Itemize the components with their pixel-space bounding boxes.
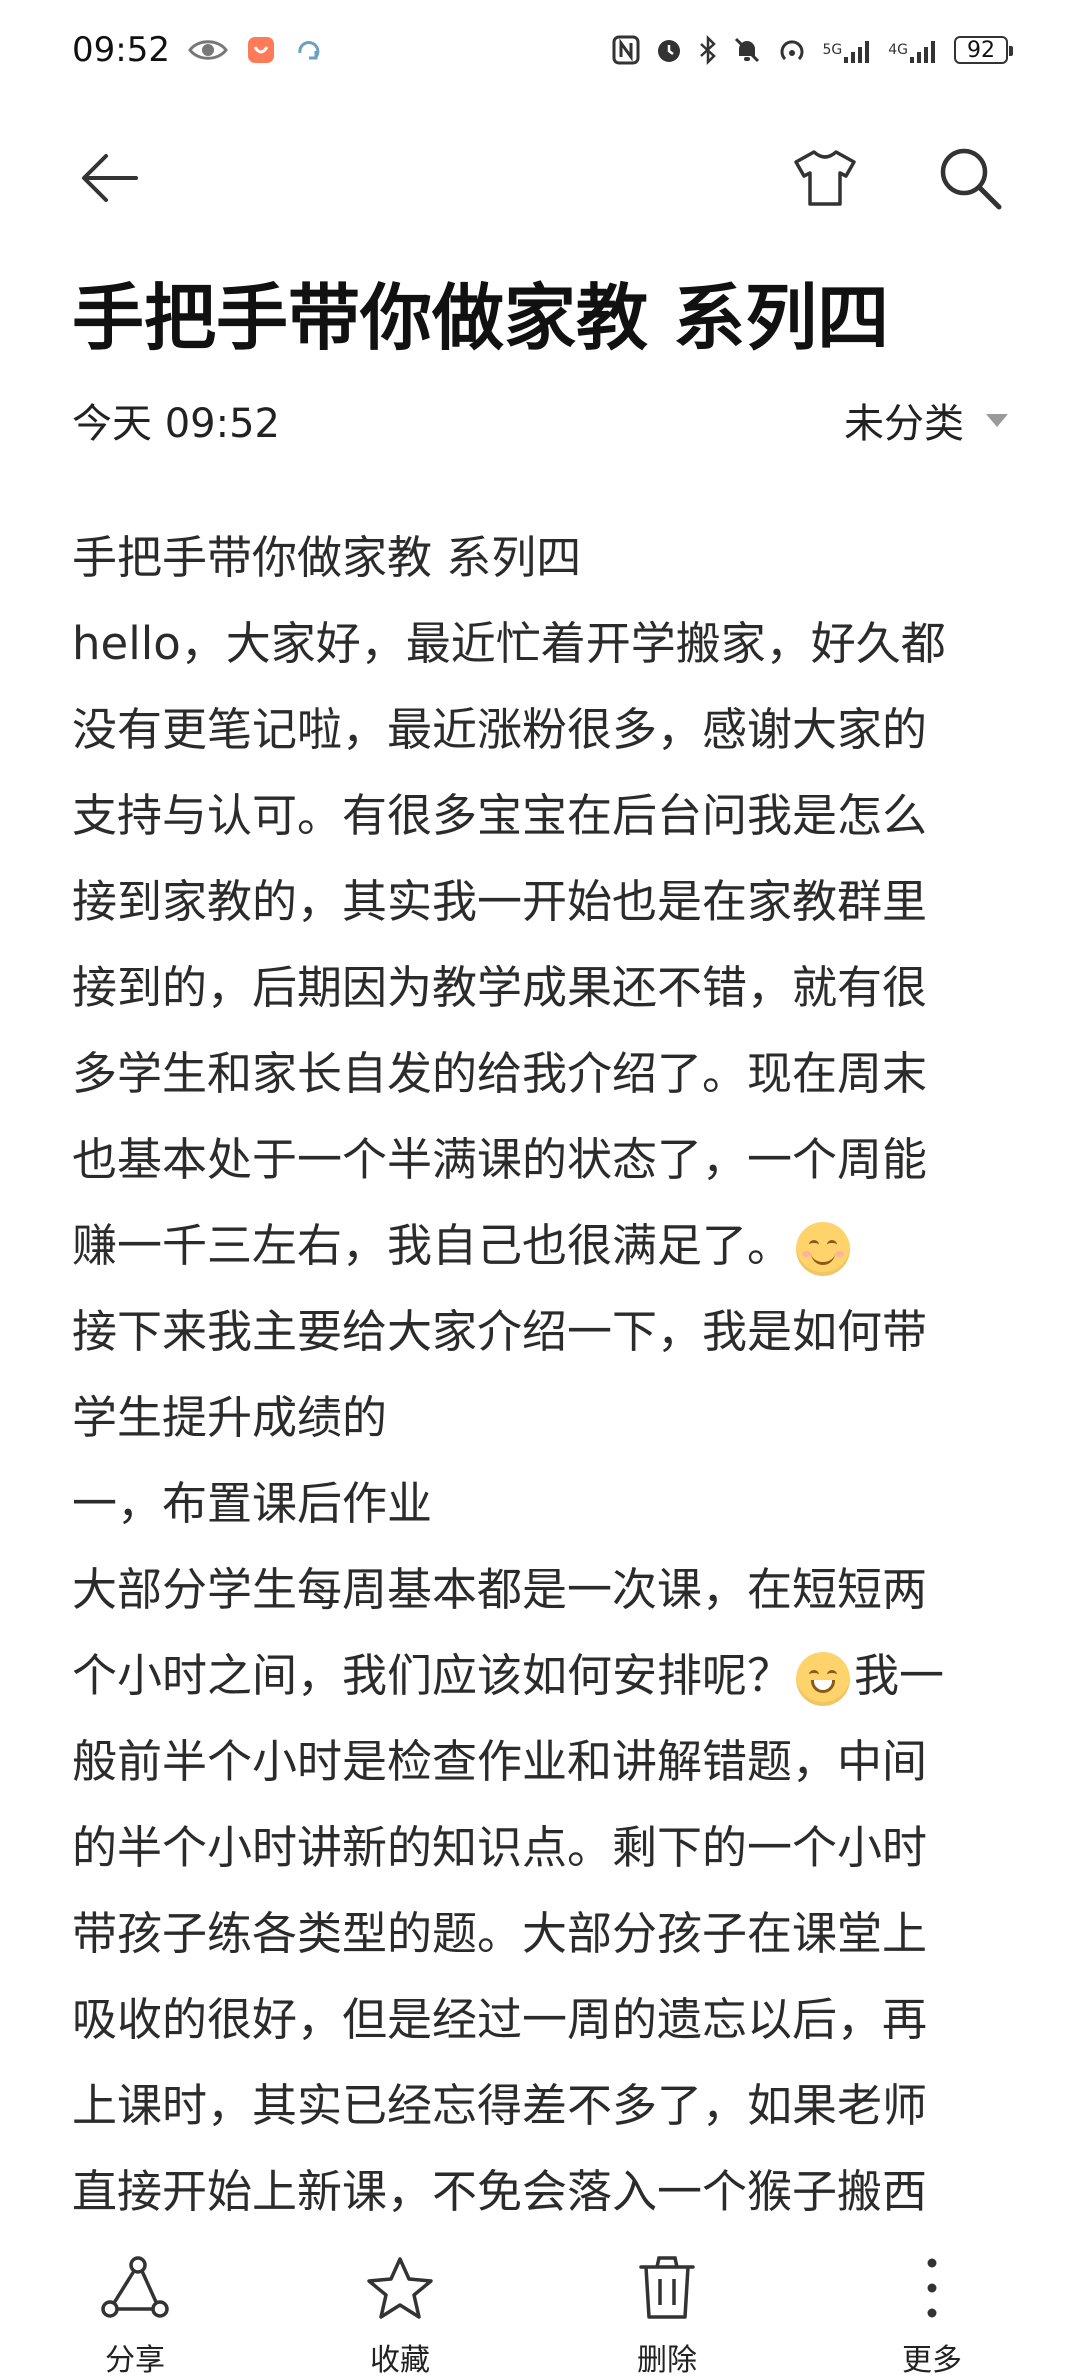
body-line: 学生提升成绩的 bbox=[72, 1391, 388, 1444]
more-label: 更多 bbox=[902, 2343, 962, 2378]
body-line: 带孩子练各类型的题。大部分孩子在课堂上 bbox=[72, 1907, 928, 1960]
body-line: 手把手带你做家教 系列四 bbox=[72, 531, 582, 584]
signal-icon-1: 5G bbox=[822, 35, 874, 65]
sync-icon bbox=[294, 35, 324, 65]
smiling-face-emoji-icon bbox=[796, 1222, 851, 1276]
bluetooth-icon bbox=[698, 35, 718, 65]
category-selector[interactable]: 未分类 bbox=[844, 391, 1008, 449]
body-line: 接到的，后期因为教学成果还不错，就有很 bbox=[72, 961, 928, 1014]
search-button[interactable] bbox=[930, 140, 1010, 220]
search-icon bbox=[935, 143, 1005, 217]
more-button[interactable]: 更多 bbox=[862, 2235, 1002, 2380]
body-line-with-emoji: 赚一千三左右，我自己也很满足了。 bbox=[72, 1203, 1008, 1289]
hotspot-icon bbox=[776, 35, 808, 65]
theme-button[interactable] bbox=[785, 140, 865, 220]
share-button[interactable]: 分享 bbox=[65, 2235, 205, 2380]
body-line-with-emoji: 个小时之间，我们应该如何安排呢？ 我一 bbox=[72, 1633, 1008, 1719]
favorite-button[interactable]: 收藏 bbox=[330, 2235, 470, 2380]
body-text: 个小时之间，我们应该如何安排呢？ bbox=[72, 1649, 793, 1702]
trash-icon bbox=[635, 2243, 699, 2333]
battery-level: 92 bbox=[967, 37, 995, 63]
top-toolbar bbox=[0, 120, 1080, 230]
star-icon bbox=[365, 2243, 435, 2333]
note-meta: 今天 09:52 未分类 bbox=[72, 390, 1008, 450]
back-button[interactable] bbox=[70, 140, 150, 220]
battery-icon: 92 bbox=[954, 36, 1013, 64]
status-bar: 09:52 5G 4G 92 bbox=[0, 0, 1080, 100]
body-text: 赚一千三左右，我自己也很满足了。 bbox=[72, 1219, 793, 1272]
more-vertical-icon bbox=[922, 2243, 942, 2333]
delete-label: 删除 bbox=[637, 2343, 697, 2378]
body-line: 大部分学生每周基本都是一次课，在短短两 bbox=[72, 1563, 928, 1616]
nfc-icon bbox=[612, 35, 640, 65]
eye-icon bbox=[188, 37, 228, 63]
body-line: 般前半个小时是检查作业和讲解错题，中间 bbox=[72, 1735, 928, 1788]
app-notification-icon bbox=[246, 35, 276, 65]
favorite-label: 收藏 bbox=[370, 2343, 430, 2378]
signal-icon-2: 4G bbox=[888, 35, 940, 65]
section-heading: 一，布置课后作业 bbox=[72, 1477, 433, 1530]
category-label: 未分类 bbox=[844, 401, 964, 447]
note-body[interactable]: 手把手带你做家教 系列四 hello，大家好，最近忙着开学搬家，好久都 没有更笔… bbox=[72, 515, 1008, 2215]
body-line: 接到家教的，其实我一开始也是在家教群里 bbox=[72, 875, 928, 928]
grinning-face-emoji-icon bbox=[796, 1652, 851, 1706]
alarm-icon bbox=[654, 35, 684, 65]
body-line: 也基本处于一个半满课的状态了，一个周能 bbox=[72, 1133, 928, 1186]
share-label: 分享 bbox=[105, 2343, 165, 2378]
status-time: 09:52 bbox=[72, 30, 170, 70]
body-line: 上课时，其实已经忘得差不多了，如果老师 bbox=[72, 2079, 928, 2132]
bottom-action-bar: 分享 收藏 删除 更多 bbox=[0, 2235, 1080, 2380]
body-text: 我一 bbox=[854, 1649, 945, 1702]
body-line: 直接开始上新课，不免会落入一个猴子搬西 bbox=[72, 2165, 928, 2215]
body-line: 支持与认可。有很多宝宝在后台问我是怎么 bbox=[72, 789, 928, 842]
note-title[interactable]: 手把手带你做家教 系列四 bbox=[72, 268, 1032, 368]
back-arrow-icon bbox=[78, 148, 142, 212]
body-line: 吸收的很好，但是经过一周的遗忘以后，再 bbox=[72, 1993, 928, 2046]
tshirt-icon bbox=[790, 146, 860, 214]
share-icon bbox=[100, 2243, 170, 2333]
status-left: 09:52 bbox=[72, 30, 324, 70]
body-line: hello，大家好，最近忙着开学搬家，好久都 bbox=[72, 617, 946, 670]
dropdown-triangle-icon bbox=[986, 413, 1008, 427]
body-line: 接下来我主要给大家介绍一下，我是如何带 bbox=[72, 1305, 928, 1358]
mute-bell-icon bbox=[732, 35, 762, 65]
status-right: 5G 4G 92 bbox=[612, 35, 1013, 65]
body-line: 的半个小时讲新的知识点。剩下的一个小时 bbox=[72, 1821, 928, 1874]
note-date: 今天 09:52 bbox=[72, 401, 280, 447]
body-line: 多学生和家长自发的给我介绍了。现在周末 bbox=[72, 1047, 928, 1100]
body-line: 没有更笔记啦，最近涨粉很多，感谢大家的 bbox=[72, 703, 928, 756]
delete-button[interactable]: 删除 bbox=[597, 2235, 737, 2380]
